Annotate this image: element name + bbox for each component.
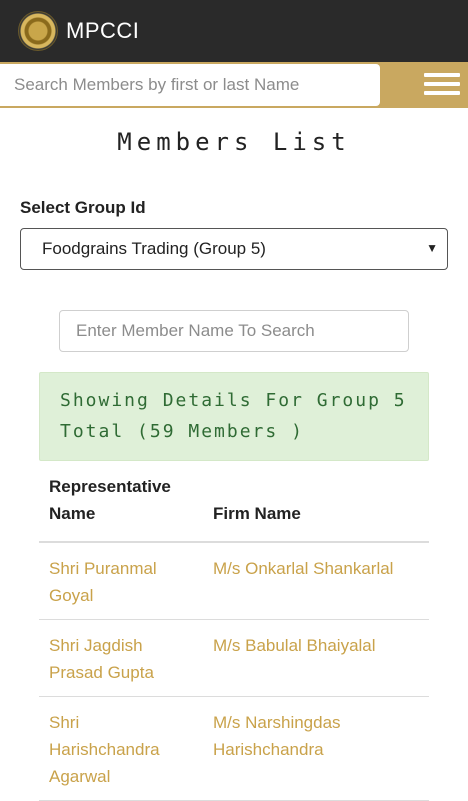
column-header-firm: Firm Name [203,461,429,543]
group-info-line1: Showing Details For Group 5 [60,390,407,411]
firm-name-cell[interactable]: M/s Babulal Bhaiyalal [203,619,429,697]
menu-bar-line [424,91,460,96]
app-bar: MPCCI [0,0,468,62]
table-row[interactable]: Shri Puranmal Goyal M/s Onkarlal Shankar… [39,542,429,620]
representative-name-cell[interactable]: Shri Puranmal Goyal [39,542,203,620]
column-header-representative: Representative Name [39,461,203,543]
hamburger-menu-icon[interactable] [424,66,460,102]
group-info-total: Total (59 Members ) [60,421,304,442]
group-select-label: Select Group Id [20,198,146,217]
app-title: MPCCI [66,18,140,43]
table-row[interactable]: Shri Jagdish Prasad Gupta M/s Babulal Bh… [39,619,429,697]
page-title: Members List [117,128,351,156]
group-select-dropdown[interactable]: Foodgrains Trading (Group 5) ▼ [20,228,448,270]
table-header-row: Representative Name Firm Name [39,461,429,543]
member-search-input[interactable] [59,310,409,352]
search-bar [0,62,468,108]
member-name-search-input[interactable] [0,64,380,106]
table-row[interactable]: Shri Harishchandra Agarwal M/s Narshingd… [39,696,429,801]
mpcci-logo-icon [18,11,58,51]
firm-name-cell[interactable]: M/s Onkarlal Shankarlal [203,542,429,620]
representative-name-cell[interactable]: Shri Harishchandra Agarwal [39,696,203,801]
group-select-value: Foodgrains Trading (Group 5) [42,239,266,258]
group-info-alert: Showing Details For Group 5 Total (59 Me… [39,372,429,461]
menu-bar-line [424,81,460,86]
firm-name-cell[interactable]: M/s Narshingdas Harishchandra [203,696,429,801]
representative-name-cell[interactable]: Shri Jagdish Prasad Gupta [39,619,203,697]
dropdown-caret-icon: ▼ [426,241,438,255]
menu-bar-line [424,72,460,77]
members-table: Representative Name Firm Name Shri Puran… [39,461,429,801]
